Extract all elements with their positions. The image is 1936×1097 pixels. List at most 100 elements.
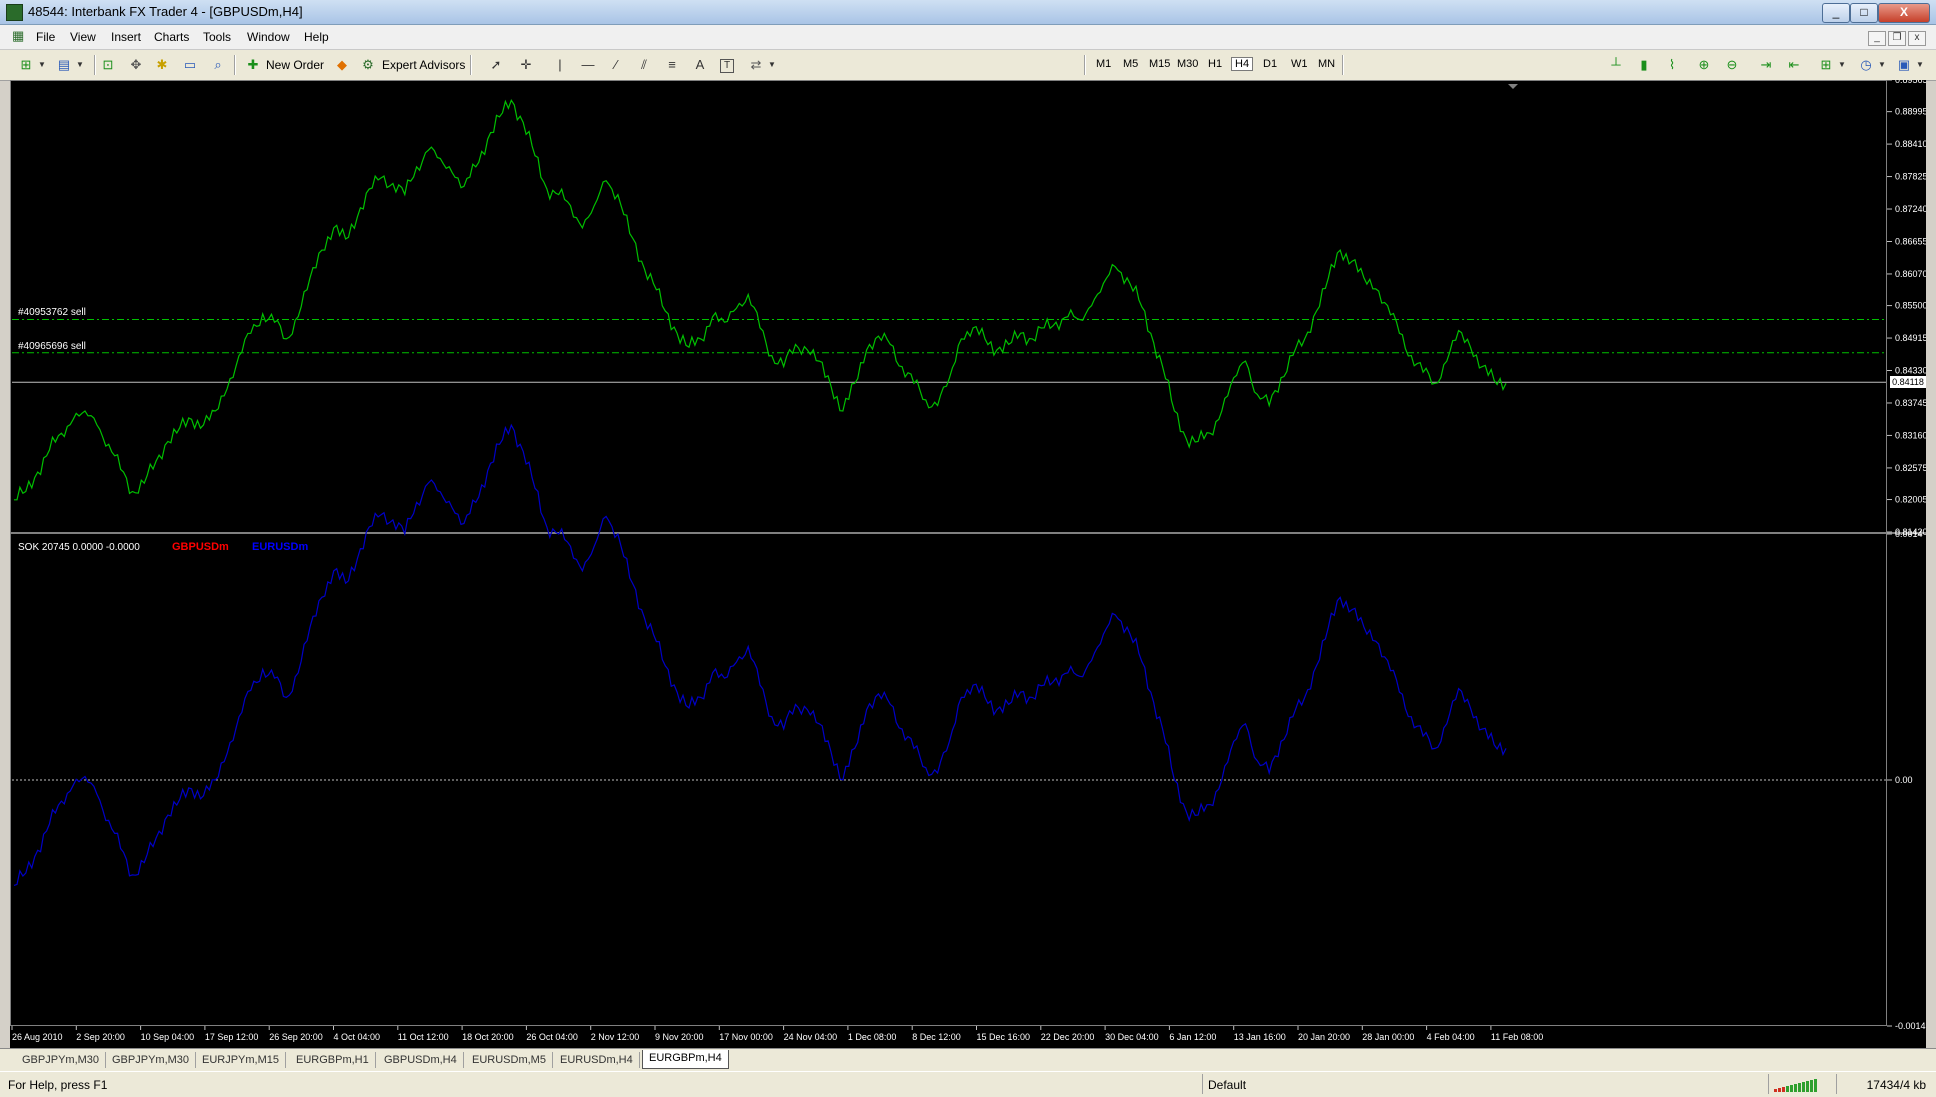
cursor-icon[interactable]: ➚ xyxy=(488,57,504,73)
tab-gbpjpym-m30-2[interactable]: GBPJPYm,M30 xyxy=(106,1052,197,1068)
text-tool-icon[interactable]: A xyxy=(692,57,708,73)
app-icon xyxy=(6,4,23,21)
timeframe-d1[interactable]: D1 xyxy=(1263,58,1277,70)
expert-advisors-button[interactable]: Expert Advisors xyxy=(382,56,465,74)
new-order-button[interactable]: New Order xyxy=(266,56,324,74)
x-tick-label: 26 Sep 20:00 xyxy=(269,1032,323,1042)
periods-clock-icon[interactable]: ◷ xyxy=(1858,57,1874,73)
channel-icon[interactable]: ⫽ xyxy=(636,57,652,73)
chart-canvas[interactable]: 0.89565 0.88995 0.88410 0.87825 0.87240 0.866… xyxy=(10,80,1926,1048)
chevron-down-icon[interactable]: ▼ xyxy=(72,57,88,73)
y-tick-label: 0.86655 xyxy=(1895,236,1926,246)
line-chart-icon[interactable]: ⌇ xyxy=(1664,57,1680,73)
status-help-text: For Help, press F1 xyxy=(8,1078,108,1092)
maximize-button[interactable]: □ xyxy=(1850,3,1878,23)
chart-doc-icon[interactable]: ▦ xyxy=(12,28,24,44)
title-bar: 48544: Interbank FX Trader 4 - [GBPUSDm,… xyxy=(0,0,1936,25)
timeframe-m15[interactable]: M15 xyxy=(1149,58,1170,70)
timeframe-h4[interactable]: H4 xyxy=(1230,57,1254,71)
timeframe-m5[interactable]: M5 xyxy=(1123,58,1138,70)
x-tick-label: 6 Jan 12:00 xyxy=(1169,1032,1216,1042)
indicator-label: SOK 20745 0.0000 -0.0000 xyxy=(18,542,140,553)
text-label-icon[interactable]: T xyxy=(720,59,734,73)
chevron-down-icon[interactable]: ▼ xyxy=(1874,57,1890,73)
x-tick-label: 15 Dec 16:00 xyxy=(977,1032,1031,1042)
y-tick-label: 0.83160 xyxy=(1895,430,1926,440)
y-tick-label: 0.82575 xyxy=(1895,463,1926,473)
menu-tools[interactable]: Tools xyxy=(203,30,231,44)
new-chart-icon[interactable]: ⊞ xyxy=(18,57,34,73)
horizontal-line-icon[interactable]: — xyxy=(580,57,596,73)
timeframe-h1[interactable]: H1 xyxy=(1208,58,1222,70)
minimize-button[interactable]: _ xyxy=(1822,3,1850,23)
crosshair-icon[interactable]: ✛ xyxy=(518,57,534,73)
tab-gbpusdm-h4[interactable]: GBPUSDm,H4 xyxy=(378,1052,464,1068)
tab-eurusdm-m5[interactable]: EURUSDm,M5 xyxy=(466,1052,553,1068)
menu-insert[interactable]: Insert xyxy=(111,30,141,44)
chevron-down-icon[interactable]: ▼ xyxy=(1912,57,1928,73)
x-tick-label: 11 Oct 12:00 xyxy=(398,1032,449,1042)
timeframe-mn[interactable]: MN xyxy=(1318,58,1335,70)
x-tick-label: 8 Dec 12:00 xyxy=(912,1032,961,1042)
y-tick-label: 0.84915 xyxy=(1895,333,1926,343)
tab-eurusdm-h4[interactable]: EURUSDm,H4 xyxy=(554,1052,640,1068)
menu-window[interactable]: Window xyxy=(247,30,290,44)
bar-chart-icon[interactable]: ┴ xyxy=(1608,57,1624,73)
tab-eurjpym-m15[interactable]: EURJPYm,M15 xyxy=(196,1052,287,1068)
new-order-icon[interactable]: ✚ xyxy=(245,57,261,73)
strategy-tester-icon[interactable]: ⌕ xyxy=(210,57,226,73)
terminal-icon[interactable]: ▭ xyxy=(182,57,198,73)
tab-eurgbpm-h1[interactable]: EURGBPm,H1 xyxy=(290,1052,376,1068)
x-tick-label: 1 Dec 08:00 xyxy=(848,1032,897,1042)
connection-status-icon xyxy=(1774,1078,1830,1092)
metaeditor-icon[interactable]: ◆ xyxy=(334,57,350,73)
status-profile[interactable]: Default xyxy=(1208,1078,1246,1092)
trendline-icon[interactable]: ⁄ xyxy=(608,57,624,73)
timeframe-m30[interactable]: M30 xyxy=(1177,58,1198,70)
tab-eurgbpm-h4[interactable]: EURGBPm,H4 xyxy=(642,1050,729,1069)
zoom-in-icon[interactable]: ⊕ xyxy=(1696,57,1712,73)
tab-gbpjpym-m30[interactable]: GBPJPYm,M30 xyxy=(16,1052,107,1068)
gbpusdm-price-line xyxy=(14,98,1507,501)
favorites-star-icon[interactable]: ✱ xyxy=(154,57,170,73)
close-button[interactable]: X xyxy=(1878,3,1930,23)
mdi-restore-button[interactable]: ❐ xyxy=(1888,31,1906,46)
templates-icon[interactable]: ▣ xyxy=(1896,57,1912,73)
indicators-icon[interactable]: ⊞ xyxy=(1818,57,1834,73)
y-tick-label: 0.87240 xyxy=(1895,204,1926,214)
chart-shift-icon[interactable]: ⇤ xyxy=(1786,57,1802,73)
menu-view[interactable]: View xyxy=(70,30,96,44)
timeframe-m1[interactable]: M1 xyxy=(1096,58,1111,70)
profiles-icon[interactable]: ▤ xyxy=(56,57,72,73)
legend-gbpusdm: GBPUSDm xyxy=(172,541,229,553)
navigator-icon[interactable]: ✥ xyxy=(128,57,144,73)
x-tick-label: 2 Nov 12:00 xyxy=(591,1032,640,1042)
fibonacci-icon[interactable]: ≡ xyxy=(664,57,680,73)
expert-advisors-icon[interactable]: ⚙ xyxy=(360,57,376,73)
menu-file[interactable]: File xyxy=(36,30,55,44)
candlestick-icon[interactable]: ▮ xyxy=(1636,57,1652,73)
status-separator xyxy=(1768,1074,1769,1094)
arrows-icon[interactable]: ⇄ xyxy=(748,57,764,73)
timeframe-w1[interactable]: W1 xyxy=(1291,58,1308,70)
toolbar-separator xyxy=(1342,55,1344,75)
chart-tabs: GBPJPYm,M30 GBPJPYm,M30 EURJPYm,M15 EURG… xyxy=(0,1048,1936,1071)
chart-window[interactable]: 0.89565 0.88995 0.88410 0.87825 0.87240 0.866… xyxy=(10,80,1926,1048)
sub-y-tick-label: -0.0014 xyxy=(1895,1021,1926,1031)
indicator-line xyxy=(13,423,1507,886)
menu-charts[interactable]: Charts xyxy=(154,30,189,44)
current-price-tag: 0.84118 xyxy=(1890,376,1926,389)
chevron-down-icon[interactable]: ▼ xyxy=(34,57,50,73)
auto-scroll-icon[interactable]: ⇥ xyxy=(1758,57,1774,73)
mdi-close-button[interactable]: x xyxy=(1908,31,1926,46)
chevron-down-icon[interactable]: ▼ xyxy=(764,57,780,73)
zoom-out-icon[interactable]: ⊖ xyxy=(1724,57,1740,73)
order-label-1: #40953762 sell xyxy=(18,307,86,319)
status-bar: For Help, press F1 Default 17434/4 kb xyxy=(0,1071,1936,1097)
market-watch-icon[interactable]: ⊡ xyxy=(100,57,116,73)
vertical-line-icon[interactable]: | xyxy=(552,57,568,73)
x-tick-label: 2 Sep 20:00 xyxy=(76,1032,125,1042)
menu-help[interactable]: Help xyxy=(304,30,329,44)
mdi-minimize-button[interactable]: _ xyxy=(1868,31,1886,46)
chevron-down-icon[interactable]: ▼ xyxy=(1834,57,1850,73)
